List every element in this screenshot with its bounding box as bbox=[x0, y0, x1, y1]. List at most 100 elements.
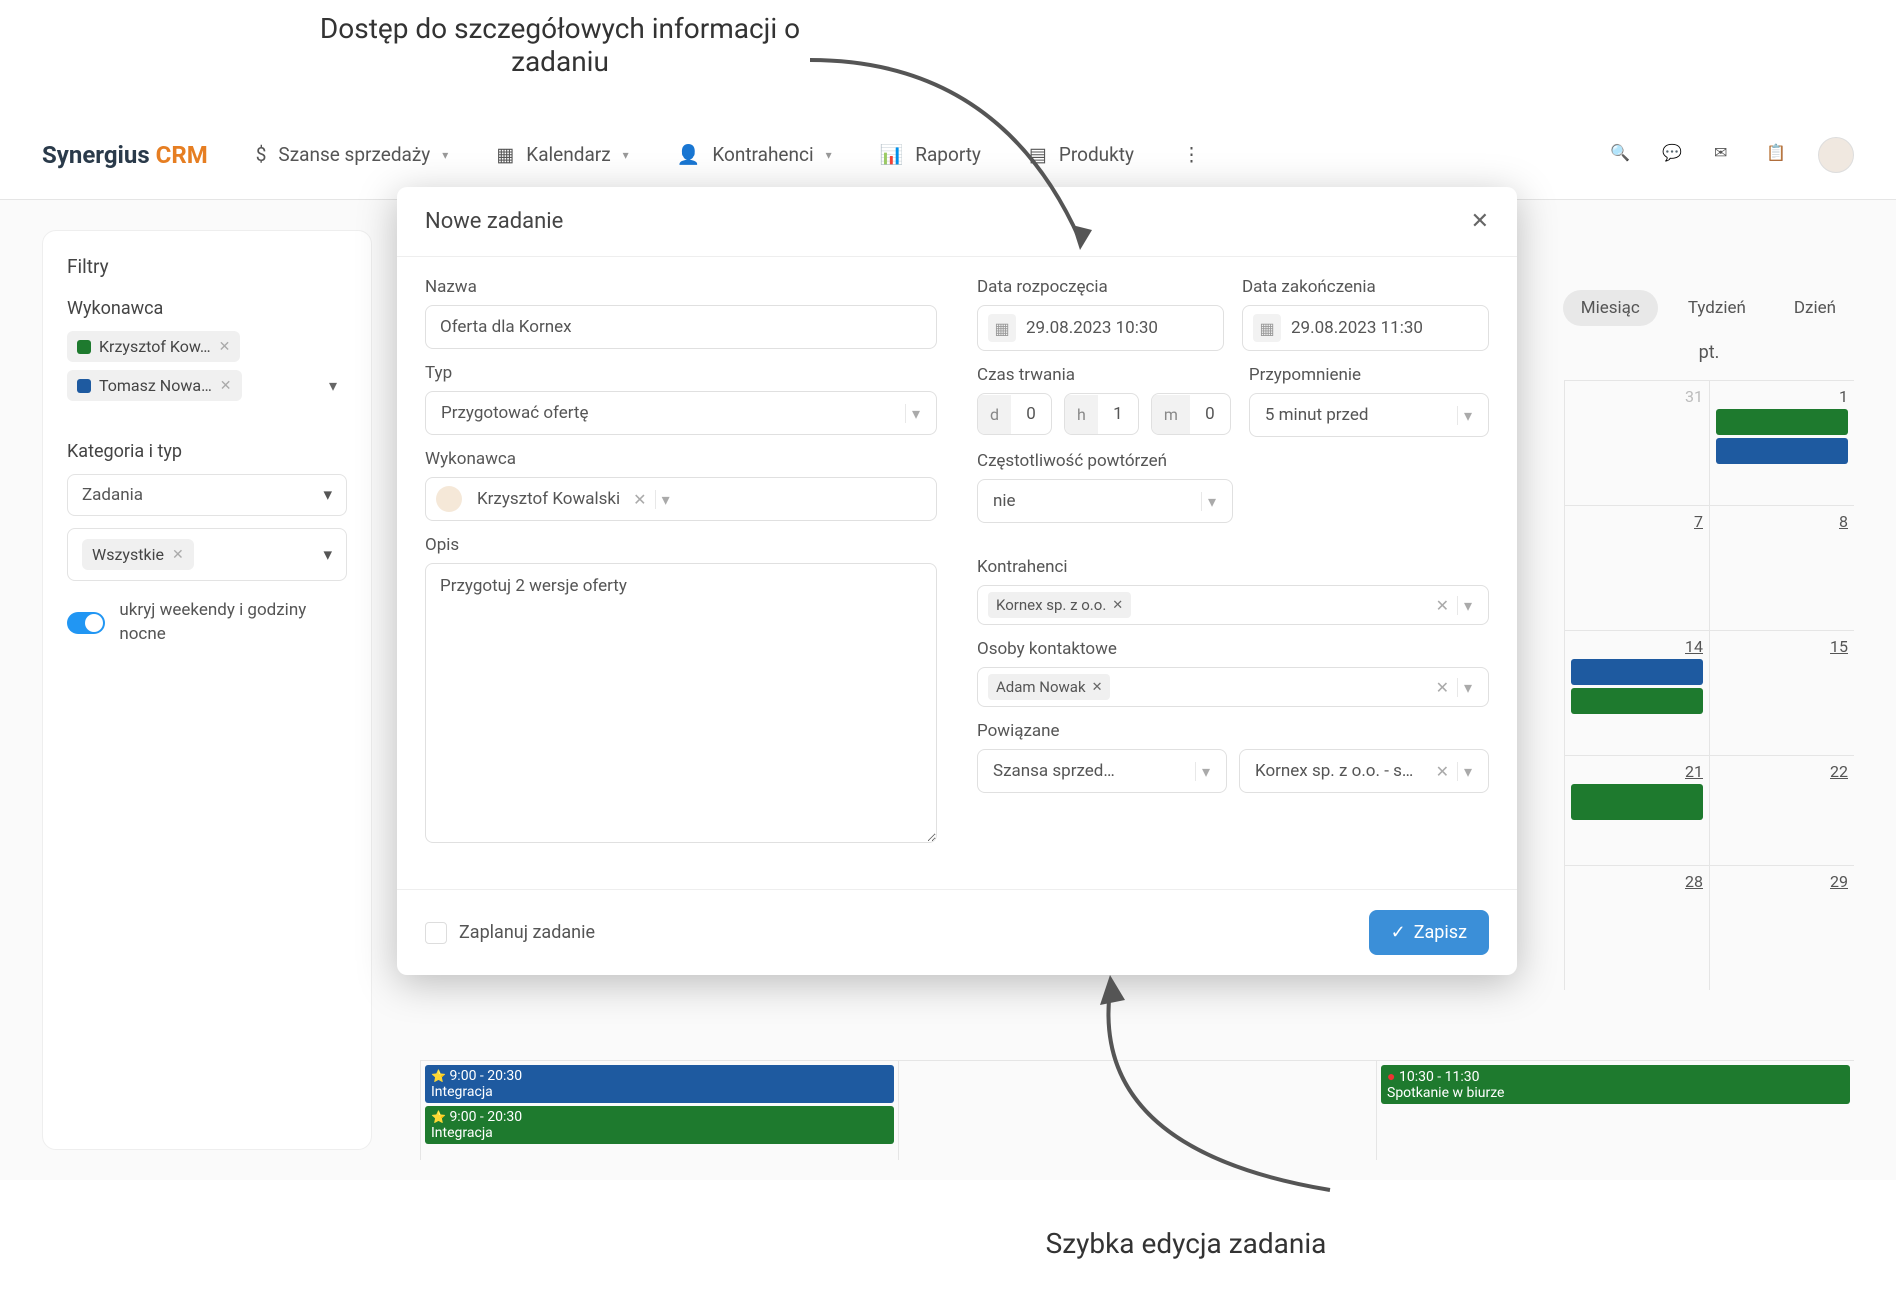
cal-cell[interactable]: 14 bbox=[1564, 630, 1709, 755]
hide-weekends-toggle[interactable] bbox=[67, 612, 105, 634]
czestotliwosc-label: Częstotliwość powtórzeń bbox=[977, 451, 1489, 471]
cal-cell[interactable]: 28 bbox=[1564, 865, 1709, 990]
remove-icon[interactable]: ✕ bbox=[220, 378, 232, 394]
nav-kontrahenci[interactable]: 👤Kontrahenci▾ bbox=[677, 143, 832, 166]
color-square-blue bbox=[77, 379, 91, 393]
cal-cell[interactable]: 31 bbox=[1564, 380, 1709, 505]
clear-icon[interactable]: ✕ bbox=[625, 490, 654, 509]
calendar-icon: ▦ bbox=[988, 314, 1016, 342]
kontrahenci-select[interactable]: Kornex sp. z o.o.✕✕▾ bbox=[977, 585, 1489, 625]
clipboard-icon[interactable]: 📋 bbox=[1766, 143, 1790, 167]
modal-title: Nowe zadanie bbox=[425, 209, 563, 234]
color-square-green bbox=[77, 340, 91, 354]
osoby-label: Osoby kontaktowe bbox=[977, 639, 1489, 659]
duration-minutes[interactable]: m0 bbox=[1151, 393, 1231, 435]
event-bar[interactable] bbox=[1716, 438, 1848, 464]
wykonawca-chip-1[interactable]: Krzysztof Kow…✕ bbox=[67, 331, 240, 362]
powiazane-label: Powiązane bbox=[977, 721, 1489, 741]
kontrahenci-label: Kontrahenci bbox=[977, 557, 1489, 577]
event-card[interactable]: ● 10:30 - 11:30Spotkanie w biurze bbox=[1381, 1065, 1850, 1104]
cal-cell[interactable]: 7 bbox=[1564, 505, 1709, 630]
user-avatar[interactable] bbox=[1818, 137, 1854, 173]
clear-icon[interactable]: ✕ bbox=[1428, 678, 1457, 697]
event-bar[interactable] bbox=[1571, 784, 1703, 820]
cal-wide-cell[interactable]: ⭐ 9:00 - 20:30Integracja ⭐ 9:00 - 20:30I… bbox=[420, 1060, 898, 1160]
event-card[interactable]: ⭐ 9:00 - 20:30Integracja bbox=[425, 1106, 894, 1144]
calendar-wide-row: ⭐ 9:00 - 20:30Integracja ⭐ 9:00 - 20:30I… bbox=[420, 1060, 1854, 1160]
czestotliwosc-select[interactable]: nie▾ bbox=[977, 479, 1233, 523]
mail-icon[interactable]: ✉ bbox=[1714, 143, 1738, 167]
data-end-input[interactable]: ▦29.08.2023 11:30 bbox=[1242, 305, 1489, 351]
osoby-select[interactable]: Adam Nowak✕✕▾ bbox=[977, 667, 1489, 707]
save-button[interactable]: ✓Zapisz bbox=[1369, 910, 1489, 955]
data-start-label: Data rozpoczęcia bbox=[977, 277, 1224, 297]
chart-icon: 📊 bbox=[880, 143, 904, 166]
nav-szanse[interactable]: $Szanse sprzedaży▾ bbox=[256, 143, 449, 166]
event-card[interactable]: ⭐ 9:00 - 20:30Integracja bbox=[425, 1065, 894, 1103]
event-bar[interactable] bbox=[1716, 409, 1848, 435]
czas-label: Czas trwania bbox=[977, 365, 1231, 385]
cal-cell[interactable]: 22 bbox=[1709, 755, 1854, 865]
chevron-down-icon: ▾ bbox=[323, 545, 332, 565]
cal-wide-cell[interactable]: ● 10:30 - 11:30Spotkanie w biurze bbox=[1376, 1060, 1854, 1160]
check-icon: ✓ bbox=[1391, 922, 1406, 943]
typ-label: Typ bbox=[425, 363, 937, 383]
chevron-down-icon: ▾ bbox=[1457, 406, 1478, 425]
nav-kalendarz[interactable]: ▦Kalendarz▾ bbox=[496, 143, 628, 166]
powiazane-value-select[interactable]: Kornex sp. z o.o. - s…✕▾ bbox=[1239, 749, 1489, 793]
typ-select[interactable]: Wszystkie✕▾ bbox=[67, 528, 347, 581]
typ-select[interactable]: Przygotować ofertę▾ bbox=[425, 391, 937, 435]
remove-icon[interactable]: ✕ bbox=[1112, 598, 1123, 613]
red-dot-icon: ● bbox=[1387, 1069, 1395, 1085]
kategoria-label: Kategoria i typ bbox=[67, 441, 347, 462]
grid-icon: ▤ bbox=[1029, 143, 1047, 166]
cal-cell[interactable]: 29 bbox=[1709, 865, 1854, 990]
cal-cell[interactable]: 21 bbox=[1564, 755, 1709, 865]
chevron-down-icon: ▾ bbox=[1457, 596, 1478, 615]
opis-textarea[interactable]: Przygotuj 2 wersje oferty bbox=[425, 563, 937, 843]
duration-days[interactable]: d0 bbox=[977, 393, 1052, 435]
star-icon: ⭐ bbox=[431, 1110, 446, 1124]
view-week[interactable]: Tydzień bbox=[1670, 290, 1764, 326]
chevron-down-icon: ▾ bbox=[826, 148, 832, 162]
calendar-day-header: pt. bbox=[1564, 342, 1854, 363]
przypomnienie-select[interactable]: 5 minut przed▾ bbox=[1249, 393, 1489, 437]
remove-icon[interactable]: ✕ bbox=[172, 547, 184, 563]
duration-hours[interactable]: h1 bbox=[1064, 393, 1139, 435]
zaplanuj-label: Zaplanuj zadanie bbox=[459, 922, 595, 943]
nav-more[interactable]: ⋮ bbox=[1182, 143, 1201, 166]
view-day[interactable]: Dzień bbox=[1776, 290, 1854, 326]
expand-wykonawca[interactable]: ▾ bbox=[319, 372, 347, 400]
wykonawca-select[interactable]: Krzysztof Kowalski✕▾ bbox=[425, 477, 937, 521]
opis-label: Opis bbox=[425, 535, 937, 555]
remove-icon[interactable]: ✕ bbox=[1092, 680, 1103, 695]
search-icon[interactable]: 🔍 bbox=[1610, 143, 1634, 167]
view-month[interactable]: Miesiąc bbox=[1563, 290, 1658, 326]
nav-raporty[interactable]: 📊Raporty bbox=[880, 143, 981, 166]
chevron-down-icon: ▾ bbox=[442, 148, 448, 162]
close-icon[interactable]: ✕ bbox=[1471, 209, 1489, 234]
powiazane-type-select[interactable]: Szansa sprzed…▾ bbox=[977, 749, 1227, 793]
nazwa-input[interactable] bbox=[425, 305, 937, 349]
zaplanuj-checkbox[interactable] bbox=[425, 922, 447, 944]
annotation-top: Dostęp do szczegółowych informacji o zad… bbox=[310, 12, 810, 78]
annotation-bottom: Szybka edycja zadania bbox=[1036, 1227, 1336, 1260]
dollar-icon: $ bbox=[256, 143, 267, 166]
cal-wide-cell[interactable] bbox=[898, 1060, 1376, 1160]
chevron-down-icon: ▾ bbox=[1201, 492, 1222, 511]
cal-cell[interactable]: 15 bbox=[1709, 630, 1854, 755]
cal-cell[interactable]: 1 bbox=[1709, 380, 1854, 505]
chevron-down-icon: ▾ bbox=[323, 485, 332, 505]
wykonawca-chip-2[interactable]: Tomasz Nowa…✕ bbox=[67, 370, 242, 401]
cal-cell[interactable]: 8 bbox=[1709, 505, 1854, 630]
event-bar[interactable] bbox=[1571, 659, 1703, 685]
clear-icon[interactable]: ✕ bbox=[1428, 596, 1457, 615]
nazwa-label: Nazwa bbox=[425, 277, 937, 297]
remove-icon[interactable]: ✕ bbox=[219, 339, 231, 355]
nav-produkty[interactable]: ▤Produkty bbox=[1029, 143, 1134, 166]
data-start-input[interactable]: ▦29.08.2023 10:30 bbox=[977, 305, 1224, 351]
clear-icon[interactable]: ✕ bbox=[1428, 762, 1457, 781]
kategoria-select[interactable]: Zadania▾ bbox=[67, 474, 347, 516]
chat-icon[interactable]: 💬 bbox=[1662, 143, 1686, 167]
event-bar[interactable] bbox=[1571, 688, 1703, 714]
